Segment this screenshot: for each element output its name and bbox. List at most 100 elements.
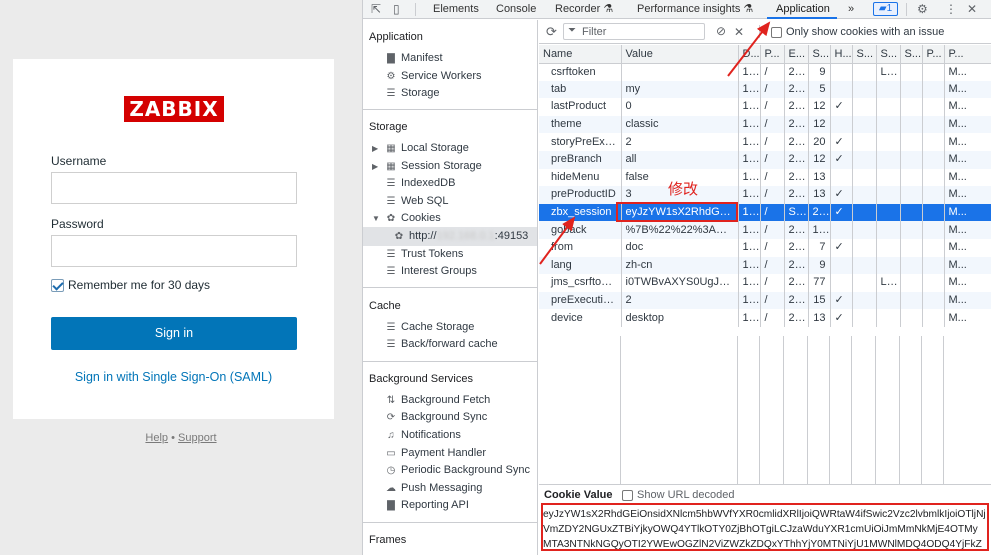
cookie-row[interactable]: device desktop 1.../2... 13 ✓ M... [539, 309, 991, 327]
grid-icon: ▦ [386, 142, 396, 154]
cookie-cell: 1... [738, 203, 761, 222]
cookie-row[interactable]: preExecutio... 2 1.../2... 15 ✓ M... [539, 291, 991, 310]
sidebar-item-periodic-background-sync[interactable]: ◷ Periodic Background Sync [385, 462, 530, 478]
sidebar-item-background-fetch[interactable]: ⇅ Background Fetch [385, 392, 490, 408]
sidebar-item-session-storage[interactable]: ▦ Session Storage [385, 158, 481, 174]
sidebar-item-back-forward-cache[interactable]: ☰ Back/forward cache [385, 336, 498, 352]
sidebar-item-background-sync[interactable]: ⟳ Background Sync [385, 409, 487, 425]
inspect-element-icon[interactable]: ⇱ [371, 2, 381, 16]
settings-gear-icon[interactable]: ⚙ [917, 2, 928, 16]
close-devtools-icon[interactable]: ✕ [967, 2, 977, 16]
sidebar-item-cache-storage[interactable]: ☰ Cache Storage [385, 319, 475, 335]
cookie-cell [900, 291, 923, 310]
more-options-icon[interactable]: ⋮ [945, 2, 957, 16]
cookie-row[interactable]: csrftoken 1.../2... 9 Lax M... [539, 63, 991, 81]
cookie-row[interactable]: from doc 1.../2... 7 ✓ M... [539, 238, 991, 257]
sign-in-button[interactable]: Sign in [51, 317, 297, 350]
clear-all-cookies-icon[interactable]: ⊘ [716, 24, 726, 38]
remember-me-checkbox[interactable] [51, 278, 64, 292]
filter-field[interactable]: ⏷ [563, 23, 705, 40]
cookie-cell [852, 291, 877, 310]
delete-selected-icon[interactable]: ✕ [734, 25, 744, 39]
cookie-name-cell: preBranch [539, 150, 622, 169]
remember-me-label: Remember me for 30 days [68, 278, 211, 292]
issues-badge[interactable]: ▰1 [873, 2, 898, 16]
sso-saml-link[interactable]: Sign in with Single Sign-On (SAML) [13, 370, 334, 384]
more-tabs-button[interactable]: » [848, 3, 854, 16]
tab-elements[interactable]: Elements [433, 3, 479, 16]
column-header[interactable]: Name [539, 45, 622, 64]
sidebar-divider [363, 522, 537, 523]
expand-arrow-icon[interactable]: ▶ [372, 162, 378, 171]
only-issues-checkbox[interactable] [771, 27, 782, 38]
cookie-cell [900, 186, 923, 204]
show-url-decoded-checkbox[interactable] [622, 490, 633, 501]
sidebar-item-cookies[interactable]: ✿ Cookies [385, 210, 441, 226]
sidebar-item-payment-handler[interactable]: ▭ Payment Handler [385, 445, 486, 461]
cookie-cell [900, 168, 923, 187]
cookie-row[interactable]: theme classic 1.../2... 12 M... [539, 115, 991, 134]
sidebar-item-web-sql[interactable]: ☰ Web SQL [385, 193, 449, 209]
refresh-icon[interactable]: ⟳ [546, 24, 557, 40]
tab-performance-insights[interactable]: Performance insights ⚗ [637, 3, 753, 16]
tab-application[interactable]: Application [776, 3, 830, 16]
sidebar-item-reporting-api[interactable]: ▇ Reporting API [385, 497, 469, 513]
column-header[interactable]: S... [900, 45, 923, 64]
cookie-row[interactable]: preProductID 3 1.../2... 13 ✓ M... [539, 186, 991, 204]
remember-me-row[interactable]: Remember me for 30 days [51, 278, 210, 292]
cookie-cell: / [760, 186, 785, 204]
username-input[interactable] [51, 172, 297, 204]
cookie-row[interactable]: jms_csrftoken i0TWBvAXYS0UgJBO... 1.../2..… [539, 274, 991, 292]
filter-input[interactable] [582, 25, 702, 38]
sidebar-item-indexeddb[interactable]: ☰ IndexedDB [385, 175, 456, 191]
column-header[interactable]: D... [738, 45, 761, 64]
expand-arrow-icon[interactable]: ▶ [372, 144, 378, 153]
cookie-row[interactable]: hideMenu false 1.../2... 13 M... [539, 168, 991, 187]
cookie-cell: 1... [738, 133, 761, 151]
cookie-cell: ✓ [830, 291, 853, 310]
cookie-cell: M... [944, 309, 991, 327]
cookie-row[interactable]: zbx_session eyJzYW1sX2RhdGEiO... 1... / S...… [539, 203, 991, 222]
cookie-row[interactable]: goback %7B%22%22%3A%2... 1.../2... 1... M... [539, 221, 991, 239]
sidebar-item-trust-tokens[interactable]: ☰ Trust Tokens [385, 246, 464, 262]
sidebar-item-push-messaging[interactable]: ☁ Push Messaging [385, 480, 482, 496]
device-toolbar-icon[interactable]: ▯ [393, 2, 400, 16]
cookie-cell [852, 274, 877, 292]
password-input[interactable] [51, 235, 297, 267]
column-header[interactable]: S... [808, 45, 831, 64]
column-divider [851, 336, 852, 484]
sidebar-item-label: Web SQL [401, 195, 449, 207]
sidebar-item-local-storage[interactable]: ▦ Local Storage [385, 140, 469, 156]
column-header[interactable]: H... [830, 45, 853, 64]
column-header[interactable]: E... [784, 45, 809, 64]
cookie-row[interactable]: lastProduct 0 1.../2... 12 ✓ M... [539, 98, 991, 116]
cookie-row[interactable]: tab my 1.../2... 5 M... [539, 80, 991, 99]
cookie-cell: 1... [738, 63, 761, 81]
help-link[interactable]: Help [145, 432, 168, 444]
column-header[interactable]: S... [876, 45, 901, 64]
sidebar-item-service-workers[interactable]: ⚙ Service Workers [385, 68, 482, 84]
cookie-value-cell: my [621, 80, 739, 99]
column-header[interactable]: P... [944, 45, 991, 64]
cookie-name-cell: theme [539, 115, 622, 134]
collapse-arrow-icon[interactable]: ▼ [372, 214, 380, 223]
sidebar-item-manifest[interactable]: ▇ Manifest [385, 50, 442, 66]
cookie-row[interactable]: preBranch all 1.../2... 12 ✓ M... [539, 150, 991, 169]
column-header[interactable]: P... [760, 45, 785, 64]
cookie-cell: 2... [784, 256, 809, 275]
cookie-cell [922, 115, 945, 134]
cookie-cell [830, 63, 853, 81]
column-header[interactable]: P... [922, 45, 945, 64]
cookie-cell [922, 63, 945, 81]
support-link[interactable]: Support [178, 432, 217, 444]
tab-recorder[interactable]: Recorder ⚗ [555, 3, 613, 16]
sidebar-item-cookie-origin[interactable]: ✿ http:// 192.168.0.1 :49153 [363, 227, 537, 246]
tab-console[interactable]: Console [496, 3, 536, 16]
sidebar-item-storage[interactable]: ☰ Storage [385, 85, 440, 101]
cookie-row[interactable]: storyPreExe... 2 1.../2... 20 ✓ M... [539, 133, 991, 151]
sidebar-item-notifications[interactable]: ♫ Notifications [385, 427, 461, 443]
column-header[interactable]: S... [852, 45, 877, 64]
cookie-row[interactable]: lang zh-cn 1.../2... 9 M... [539, 256, 991, 275]
column-header[interactable]: Value [621, 45, 739, 64]
sidebar-item-interest-groups[interactable]: ☰ Interest Groups [385, 263, 477, 279]
